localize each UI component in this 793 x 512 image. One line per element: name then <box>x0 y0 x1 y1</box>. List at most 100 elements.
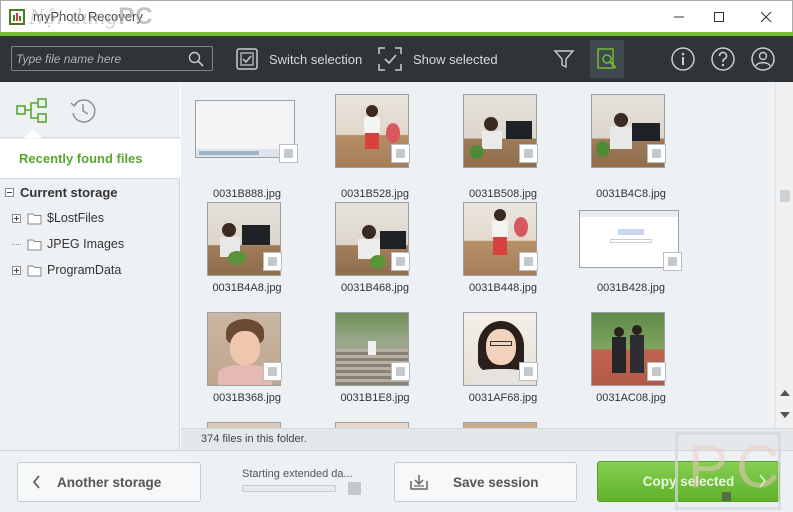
select-checkbox[interactable] <box>391 252 410 271</box>
tab-tree-view[interactable] <box>15 94 49 128</box>
toolbar: Switch selection Show selected <box>0 36 793 82</box>
collapse-toggle[interactable] <box>5 188 14 197</box>
tab-history[interactable] <box>66 94 100 128</box>
clock-icon <box>70 99 96 123</box>
select-checkbox[interactable] <box>519 252 538 271</box>
save-session-label: Save session <box>453 474 539 490</box>
watermark-logo: Nội dungPC <box>29 3 154 30</box>
select-checkbox[interactable] <box>519 362 538 381</box>
app-logo-icon <box>9 9 25 25</box>
stop-scan-button[interactable] <box>348 482 361 495</box>
tree-item-label: $LostFiles <box>47 211 104 225</box>
account-button[interactable] <box>748 44 778 74</box>
file-thumbnail[interactable]: 0031B508.jpg <box>447 94 559 204</box>
file-thumbnail[interactable]: 0031B468.jpg <box>319 202 431 312</box>
tree-connector <box>12 243 21 245</box>
select-checkbox[interactable] <box>263 252 282 271</box>
select-checkbox[interactable] <box>279 144 298 163</box>
select-checkbox[interactable] <box>263 362 282 381</box>
view-tabs <box>0 82 180 138</box>
filter-icon <box>553 50 575 69</box>
status-bar: 374 files in this folder. <box>181 428 793 450</box>
file-name: 0031B4A8.jpg <box>212 282 282 294</box>
tree-item-label: ProgramData <box>47 263 122 277</box>
switch-selection-label: Switch selection <box>269 51 363 67</box>
show-selected-button[interactable]: Show selected <box>377 44 498 74</box>
help-button[interactable] <box>708 44 738 74</box>
file-thumbnail[interactable]: 0031AF68.jpg <box>447 312 559 422</box>
maximize-button[interactable] <box>696 1 742 33</box>
select-checkbox[interactable] <box>519 144 538 163</box>
expand-toggle[interactable] <box>12 213 21 223</box>
info-button[interactable] <box>668 44 698 74</box>
file-name: 0031B4C8.jpg <box>596 188 666 200</box>
file-thumbnail[interactable]: 0031AC08.jpg <box>575 312 687 422</box>
show-selected-label: Show selected <box>413 51 498 67</box>
select-checkbox[interactable] <box>647 144 666 163</box>
file-name: 0031B368.jpg <box>213 392 281 404</box>
search-box <box>11 46 213 71</box>
scroll-up-arrow[interactable] <box>780 390 790 396</box>
recently-found-label: Recently found files <box>19 151 143 166</box>
file-name: 0031B508.jpg <box>469 188 537 200</box>
folder-file-count: 374 files in this folder. <box>201 433 307 445</box>
another-storage-button[interactable]: Another storage <box>17 462 201 502</box>
tree-item-programdata[interactable]: ProgramData <box>12 263 121 277</box>
tree-view-icon <box>16 98 47 123</box>
tab-pointer <box>24 129 42 138</box>
bottom-bar: Another storage Starting extended da... … <box>0 450 793 512</box>
expand-toggle[interactable] <box>12 265 21 275</box>
search-icon[interactable] <box>188 51 204 67</box>
switch-selection-button[interactable]: Switch selection <box>235 44 362 74</box>
file-thumbnail[interactable]: 0031B428.jpg <box>575 202 687 312</box>
folder-icon <box>27 265 42 276</box>
preview-search-button[interactable] <box>590 40 624 78</box>
progress-bar <box>242 485 336 492</box>
tree-item-jpeg-images[interactable]: JPEG Images <box>12 237 124 251</box>
tree-item-lostfiles[interactable]: $LostFiles <box>12 211 104 225</box>
vertical-scrollbar[interactable] <box>775 82 793 428</box>
help-icon <box>711 47 735 71</box>
close-icon <box>760 11 772 23</box>
folder-icon <box>27 239 42 250</box>
file-thumbnail[interactable]: 0031B888.jpg <box>191 94 303 204</box>
select-checkbox[interactable] <box>391 144 410 163</box>
show-selected-icon <box>378 47 402 71</box>
file-thumbnail[interactable]: 0031B528.jpg <box>319 94 431 204</box>
copy-selected-label: Copy selected <box>642 474 735 489</box>
switch-selection-icon <box>236 48 258 70</box>
left-panel: Recently found files Current storage $Lo… <box>0 82 180 450</box>
progress-label: Starting extended da... <box>242 468 353 480</box>
scroll-down-arrow[interactable] <box>780 412 790 418</box>
tree-item-label: JPEG Images <box>47 237 125 251</box>
save-session-button[interactable]: Save session <box>394 462 577 502</box>
save-session-icon <box>410 475 428 490</box>
thumbnail-grid: 0031B888.jpg 0031B528.jpg 0031B508.jpg 0… <box>181 82 775 428</box>
file-thumbnail[interactable]: 0031B4C8.jpg <box>575 94 687 204</box>
chevron-right-icon <box>759 474 767 488</box>
select-checkbox[interactable] <box>647 362 666 381</box>
file-name: 0031B468.jpg <box>341 282 409 294</box>
file-thumbnail[interactable]: 0031B4A8.jpg <box>191 202 303 312</box>
user-icon <box>751 47 775 71</box>
scrollbar-thumb[interactable] <box>780 190 790 202</box>
select-checkbox[interactable] <box>391 362 410 381</box>
recently-found-item[interactable]: Recently found files <box>0 139 180 179</box>
another-storage-label: Another storage <box>57 474 162 490</box>
file-name: 0031B888.jpg <box>213 188 281 200</box>
file-thumbnail[interactable]: 0031B1E8.jpg <box>319 312 431 422</box>
scan-progress: Starting extended da... <box>242 468 367 495</box>
filter-button[interactable] <box>549 44 579 74</box>
file-thumbnail[interactable]: 0031B368.jpg <box>191 312 303 422</box>
tree-root-current-storage[interactable]: Current storage <box>5 185 118 200</box>
search-input[interactable] <box>16 50 182 68</box>
tree-root-label: Current storage <box>20 185 118 200</box>
copy-selected-button[interactable]: Copy selected <box>597 461 780 502</box>
chevron-left-icon <box>32 475 40 489</box>
select-checkbox[interactable] <box>663 252 682 271</box>
file-thumbnail[interactable]: 0031B448.jpg <box>447 202 559 312</box>
watermark-dot <box>722 492 731 501</box>
close-button[interactable] <box>743 1 789 33</box>
minimize-icon <box>674 16 684 18</box>
file-name: 0031AF68.jpg <box>468 392 538 404</box>
